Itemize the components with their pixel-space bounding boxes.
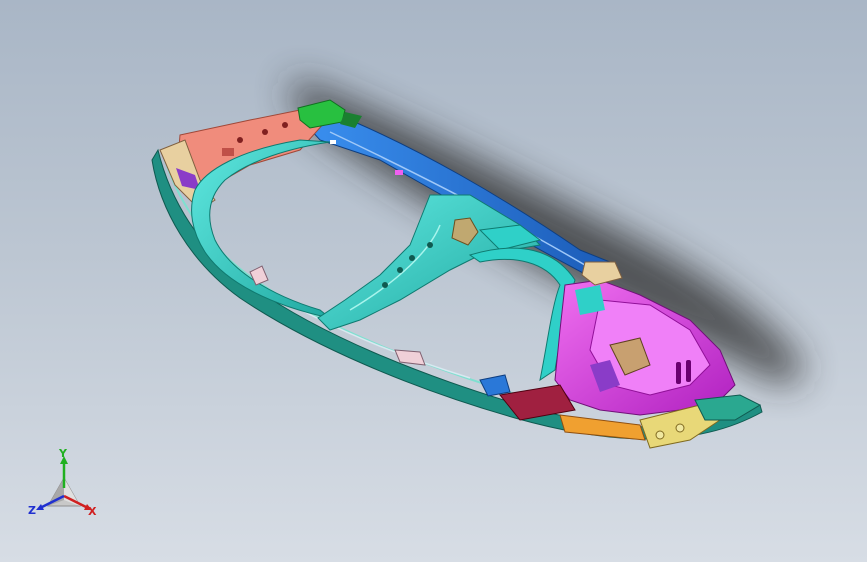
view-orientation-triad[interactable]: Y Z X: [24, 448, 104, 524]
axis-x-label: X: [88, 505, 97, 518]
graphics-viewport[interactable]: Y Z X: [0, 0, 867, 562]
cad-model[interactable]: [0, 0, 867, 562]
axis-z-label: Z: [28, 504, 36, 517]
axis-y-label: Y: [59, 447, 67, 460]
